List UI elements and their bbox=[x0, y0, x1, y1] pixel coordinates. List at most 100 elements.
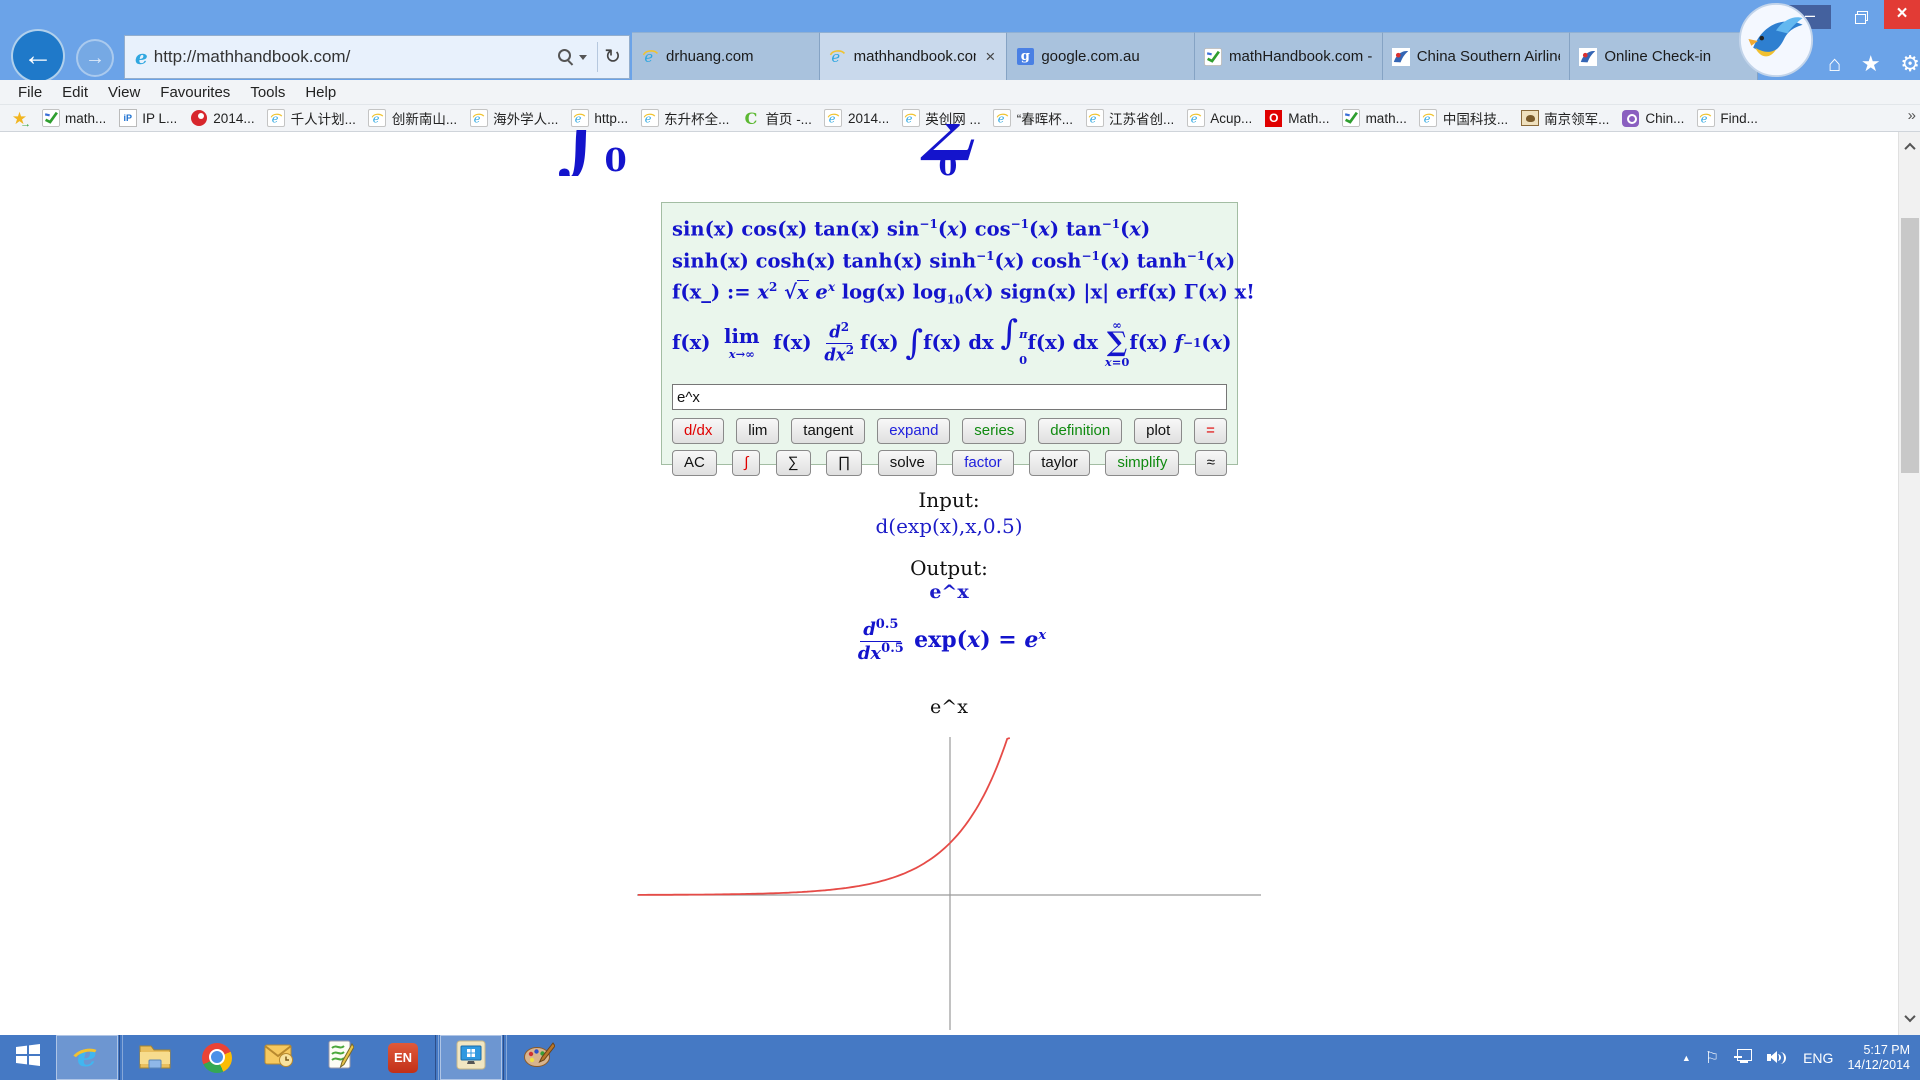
favorite-item-21[interactable]: eFind... bbox=[1690, 109, 1764, 128]
notes-icon bbox=[328, 1040, 354, 1075]
favorite-item-20[interactable]: Chin... bbox=[1615, 109, 1690, 128]
favorite-item-8[interactable]: ehttp... bbox=[564, 109, 634, 128]
menu-view[interactable]: View bbox=[98, 84, 150, 101]
back-button[interactable]: ← bbox=[11, 29, 65, 83]
favorite-item-10[interactable]: C首页 -... bbox=[735, 108, 818, 128]
address-bar[interactable]: e http://mathhandbook.com/ ↻ bbox=[124, 35, 630, 79]
forward-button[interactable]: → bbox=[76, 39, 114, 77]
tab-close-icon[interactable]: × bbox=[983, 47, 997, 67]
menu-bar: FileEditViewFavouritesToolsHelp bbox=[0, 80, 1920, 105]
action-center-flag-icon[interactable]: ⚐ bbox=[1705, 1048, 1719, 1068]
corner-icons: ⌂ ★ ⚙ bbox=[1828, 48, 1920, 80]
calc-button-=[interactable]: = bbox=[1194, 418, 1227, 444]
favorite-item-1[interactable]: ★→ bbox=[4, 109, 35, 128]
network-icon[interactable] bbox=[1733, 1049, 1753, 1066]
tab-2[interactable]: emathhandbook.com× bbox=[820, 32, 1008, 80]
calc-button-lim[interactable]: lim bbox=[736, 418, 779, 444]
favorite-item-9[interactable]: e东升杯全... bbox=[634, 108, 735, 128]
calc-button-tangent[interactable]: tangent bbox=[791, 418, 865, 444]
paint-taskbar-button[interactable] bbox=[508, 1035, 570, 1080]
clock[interactable]: 5:17 PM 14/12/2014 bbox=[1847, 1043, 1910, 1073]
endnote-taskbar-button[interactable]: EN bbox=[372, 1035, 434, 1080]
favorite-label: http... bbox=[594, 111, 628, 126]
menu-file[interactable]: File bbox=[8, 84, 52, 101]
favorite-item-17[interactable]: math... bbox=[1336, 109, 1413, 128]
calc-button-∫[interactable]: ∫ bbox=[732, 450, 760, 476]
address-divider bbox=[597, 42, 598, 72]
calc-button-∏[interactable]: ∏ bbox=[826, 450, 862, 476]
home-icon[interactable]: ⌂ bbox=[1828, 53, 1841, 75]
tab-3[interactable]: ggoogle.com.au bbox=[1007, 32, 1195, 80]
menu-edit[interactable]: Edit bbox=[52, 84, 98, 101]
calc-button-∑[interactable]: ∑ bbox=[776, 450, 811, 476]
scroll-up-arrow[interactable] bbox=[1899, 138, 1920, 156]
scroll-down-arrow[interactable] bbox=[1899, 1009, 1920, 1027]
favorite-label: 东升杯全... bbox=[664, 108, 729, 128]
calc-button-simplify[interactable]: simplify bbox=[1105, 450, 1179, 476]
tab-1[interactable]: edrhuang.com bbox=[632, 32, 820, 80]
favorite-item-5[interactable]: e千人计划... bbox=[261, 108, 362, 128]
ie-taskbar-button[interactable]: e bbox=[56, 1035, 118, 1080]
favorite-item-3[interactable]: iPIP L... bbox=[112, 109, 183, 128]
tab-4[interactable]: mathHandbook.com -... bbox=[1195, 32, 1383, 80]
calc-button-taylor[interactable]: taylor bbox=[1029, 450, 1090, 476]
start-taskbar-button[interactable] bbox=[0, 1035, 56, 1080]
search-dropdown-icon[interactable] bbox=[579, 55, 587, 60]
input-label: Input: bbox=[0, 488, 1898, 512]
favorite-item-6[interactable]: e创新南山... bbox=[362, 108, 463, 128]
system-tray: ▲ ⚐ ENG 5:17 PM 14/12/2014 bbox=[1682, 1035, 1920, 1080]
calc-button-solve[interactable]: solve bbox=[878, 450, 937, 476]
ie-page-icon: e bbox=[135, 45, 148, 69]
calc-button-definition[interactable]: definition bbox=[1038, 418, 1122, 444]
scrollbar[interactable] bbox=[1898, 132, 1920, 1035]
favorite-item-14[interactable]: e江苏省创... bbox=[1079, 108, 1180, 128]
notes-taskbar-button[interactable] bbox=[310, 1035, 372, 1080]
favorites-overflow-chevron[interactable]: » bbox=[1908, 107, 1916, 124]
favorite-item-13[interactable]: e“春晖杯... bbox=[987, 108, 1079, 128]
calc-button-factor[interactable]: factor bbox=[952, 450, 1014, 476]
favorite-item-7[interactable]: e海外学人... bbox=[463, 108, 564, 128]
favorite-item-11[interactable]: e2014... bbox=[818, 109, 895, 128]
volume-icon[interactable] bbox=[1767, 1049, 1789, 1066]
language-indicator[interactable]: ENG bbox=[1803, 1050, 1833, 1066]
scroll-thumb[interactable] bbox=[1901, 218, 1919, 473]
calc-button-≈[interactable]: ≈ bbox=[1195, 450, 1227, 476]
tab-5[interactable]: China Southern Airline... bbox=[1383, 32, 1571, 80]
favorite-item-16[interactable]: OMath... bbox=[1258, 109, 1335, 128]
chrome-taskbar-button[interactable] bbox=[186, 1035, 248, 1080]
menu-tools[interactable]: Tools bbox=[240, 84, 295, 101]
page-content: ∫0 ∑0 sin(x) cos(x) tan(x) sin−1(x) cos−… bbox=[0, 132, 1920, 1035]
search-icon[interactable] bbox=[557, 48, 575, 66]
gear-icon[interactable]: ⚙ bbox=[1900, 53, 1920, 75]
url-text[interactable]: http://mathhandbook.com/ bbox=[154, 47, 554, 67]
outlook-taskbar-button[interactable] bbox=[248, 1035, 310, 1080]
explorer-taskbar-button[interactable] bbox=[124, 1035, 186, 1080]
menu-help[interactable]: Help bbox=[295, 84, 346, 101]
remote-desktop-taskbar-button[interactable] bbox=[440, 1035, 502, 1080]
favorite-item-18[interactable]: e中国科技... bbox=[1413, 108, 1514, 128]
favorite-item-19[interactable]: 南京领军... bbox=[1514, 108, 1615, 128]
favorite-label: math... bbox=[1366, 111, 1407, 126]
favorite-item-4[interactable]: 2014... bbox=[183, 109, 260, 128]
tray-chevron-icon[interactable]: ▲ bbox=[1682, 1053, 1691, 1063]
calc-button-AC[interactable]: AC bbox=[672, 450, 717, 476]
restore-icon bbox=[1855, 11, 1868, 24]
favorite-item-15[interactable]: eAcup... bbox=[1180, 109, 1258, 128]
favorite-item-2[interactable]: math... bbox=[35, 109, 112, 128]
tab-label: mathhandbook.com bbox=[854, 48, 977, 65]
favorites-star-icon[interactable]: ★ bbox=[1861, 53, 1881, 75]
calc-button-expand[interactable]: expand bbox=[877, 418, 950, 444]
calc-button-series[interactable]: series bbox=[962, 418, 1026, 444]
expression-input[interactable]: e^x bbox=[672, 384, 1227, 410]
button-row-2: AC ∫ ∑ ∏ solve factor taylor simplify ≈ bbox=[672, 450, 1227, 476]
menu-favourites[interactable]: Favourites bbox=[150, 84, 240, 101]
output-label: Output: bbox=[0, 556, 1898, 580]
restore-button[interactable] bbox=[1840, 5, 1882, 29]
favorite-label: Chin... bbox=[1645, 111, 1684, 126]
taskbar-separator bbox=[119, 1035, 123, 1080]
calc-button-d/dx[interactable]: d/dx bbox=[672, 418, 724, 444]
calc-button-plot[interactable]: plot bbox=[1134, 418, 1182, 444]
refresh-icon[interactable]: ↻ bbox=[604, 47, 621, 67]
close-button[interactable]: × bbox=[1884, 0, 1920, 29]
tab-6[interactable]: Online Check-in bbox=[1570, 32, 1758, 80]
